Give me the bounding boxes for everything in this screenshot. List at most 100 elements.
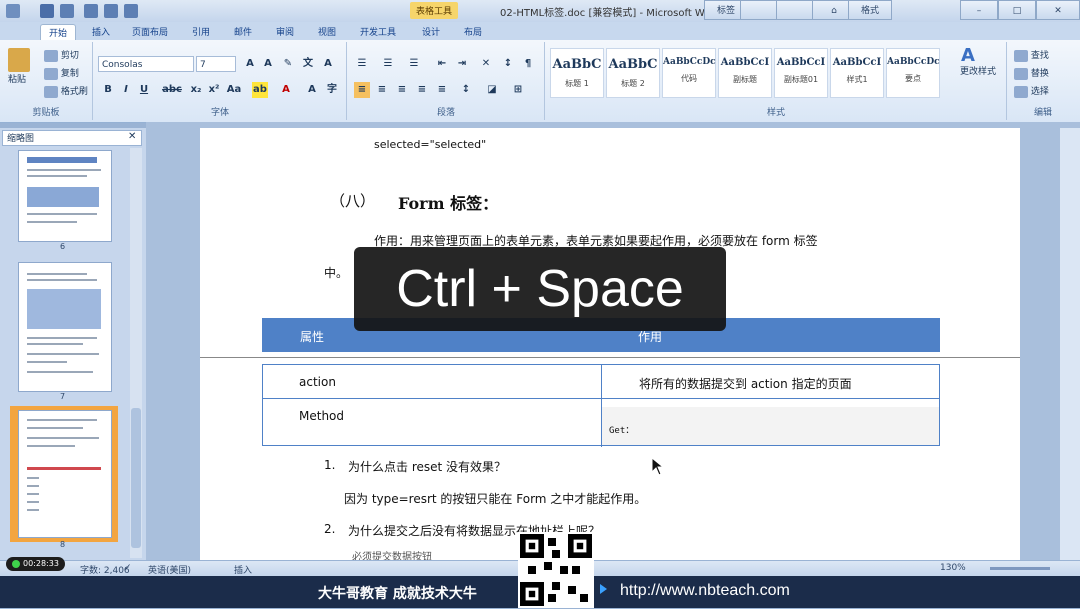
select-label: 选择 bbox=[1030, 87, 1049, 97]
chinese-layout-icon[interactable]: ✕ bbox=[478, 56, 494, 72]
select-button[interactable]: 选择 bbox=[1014, 84, 1049, 98]
justify-icon[interactable]: ≡ bbox=[414, 82, 430, 98]
distribute-icon[interactable]: ≡ bbox=[434, 82, 450, 98]
quick-access-icon[interactable] bbox=[104, 4, 118, 18]
paste-button[interactable]: 粘贴 bbox=[8, 48, 30, 85]
tab-references[interactable]: 引用 bbox=[184, 24, 218, 39]
align-center-icon[interactable]: ≡ bbox=[374, 82, 390, 98]
style-code[interactable]: AaBbCcDc 代码 bbox=[662, 48, 716, 98]
page-thumbnail-6[interactable] bbox=[18, 150, 112, 242]
status-zoom[interactable]: 130% bbox=[940, 563, 966, 573]
find-button[interactable]: 查找 bbox=[1014, 48, 1049, 62]
align-right-icon[interactable]: ≡ bbox=[394, 82, 410, 98]
paragraph-group-label: 段落 bbox=[436, 108, 455, 118]
bold-icon[interactable]: B bbox=[100, 82, 116, 98]
tab-insert[interactable]: 插入 bbox=[84, 24, 118, 39]
font-color-icon[interactable]: A bbox=[278, 82, 294, 98]
tab-developer[interactable]: 开发工具 bbox=[352, 24, 404, 39]
copy-button[interactable]: 复制 bbox=[44, 66, 79, 80]
thumbnail-scrollbar[interactable] bbox=[130, 148, 142, 558]
italic-icon[interactable]: I bbox=[118, 82, 134, 98]
banner-url[interactable]: http://www.nbteach.com bbox=[620, 582, 790, 600]
grow-font-icon[interactable]: A bbox=[242, 56, 258, 72]
style-heading2-name: 标题 2 bbox=[621, 79, 645, 88]
paste-icon bbox=[8, 48, 30, 72]
thumbnail-scroll-thumb[interactable] bbox=[131, 408, 141, 548]
office-button[interactable] bbox=[6, 4, 20, 18]
tab-home[interactable]: 开始 bbox=[40, 24, 77, 40]
change-styles-button[interactable]: A 更改样式 bbox=[960, 47, 996, 78]
shrink-font-icon[interactable]: A bbox=[260, 56, 276, 72]
tab-design[interactable]: 设计 bbox=[414, 24, 448, 39]
highlight-icon[interactable]: ab bbox=[252, 82, 268, 98]
tab-review[interactable]: 审阅 bbox=[268, 24, 302, 39]
clear-format-icon[interactable]: ✎ bbox=[280, 56, 296, 72]
decrease-indent-icon[interactable]: ⇤ bbox=[434, 56, 450, 72]
redo-icon[interactable] bbox=[84, 4, 98, 18]
tab-page-layout[interactable]: 页面布局 bbox=[124, 24, 176, 39]
table-tools-context-tab: 表格工具 bbox=[410, 2, 459, 19]
font-size-select[interactable]: 7 bbox=[196, 56, 236, 72]
style-subtitle01[interactable]: AaBbCcI 副标题01 bbox=[774, 48, 828, 98]
spelling-icon[interactable] bbox=[124, 4, 138, 18]
page-thumbnail-8[interactable] bbox=[18, 410, 112, 538]
thumbnail-pane-header[interactable]: 缩略图 bbox=[2, 130, 142, 146]
status-language[interactable]: 英语(美国) bbox=[148, 563, 191, 576]
multilevel-list-icon[interactable]: ☰ bbox=[406, 56, 422, 72]
vertical-scrollbar[interactable] bbox=[1060, 128, 1080, 560]
tab-view[interactable]: 视图 bbox=[310, 24, 344, 39]
spell-check-icon[interactable]: ✓ bbox=[124, 563, 132, 573]
superscript-icon[interactable]: x² bbox=[206, 82, 222, 98]
brush-icon bbox=[44, 85, 58, 98]
status-word-count[interactable]: 字数: 2,406 bbox=[80, 563, 130, 576]
style-subtitle[interactable]: AaBbCcI 副标题 bbox=[718, 48, 772, 98]
page-thumbnail-7[interactable] bbox=[18, 262, 112, 392]
undo-icon[interactable] bbox=[60, 4, 74, 18]
tab-mailings[interactable]: 邮件 bbox=[226, 24, 260, 39]
font-group-label: 字体 bbox=[210, 108, 229, 118]
window-title: 02-HTML标签.doc [兼容模式] - Microsoft Word bbox=[500, 8, 721, 19]
format-painter-button[interactable]: 格式刷 bbox=[44, 84, 88, 98]
strikethrough-icon[interactable]: abc bbox=[160, 82, 184, 98]
tab-layout[interactable]: 布局 bbox=[456, 24, 490, 39]
align-left-icon[interactable]: ≡ bbox=[354, 82, 370, 98]
char-shading-icon[interactable]: A bbox=[304, 82, 320, 98]
style-keypoint[interactable]: AaBbCcDc 要点 bbox=[886, 48, 940, 98]
maximize-button[interactable]: □ bbox=[998, 0, 1036, 20]
change-case-icon[interactable]: Aa bbox=[226, 82, 242, 98]
increase-indent-icon[interactable]: ⇥ bbox=[454, 56, 470, 72]
font-name-select[interactable]: Consolas bbox=[98, 56, 194, 72]
table-cell-action-desc: 将所有的数据提交到 action 指定的页面 bbox=[639, 377, 852, 391]
cut-button[interactable]: 剪切 bbox=[44, 48, 79, 62]
numbering-icon[interactable]: ☰ bbox=[380, 56, 396, 72]
page-number-7: 7 bbox=[60, 392, 66, 401]
shading-icon[interactable]: ◪ bbox=[484, 82, 500, 98]
status-insert-mode[interactable]: 插入 bbox=[234, 563, 252, 576]
enclose-char-icon[interactable]: 字 bbox=[324, 82, 340, 98]
style-heading1[interactable]: AaBbC 标题 1 bbox=[550, 48, 604, 98]
show-marks-icon[interactable]: ¶ bbox=[520, 56, 536, 72]
line-spacing-icon[interactable]: ↕ bbox=[458, 82, 474, 98]
char-border-icon[interactable]: A bbox=[320, 56, 336, 72]
save-icon[interactable] bbox=[40, 4, 54, 18]
subscript-icon[interactable]: x₂ bbox=[188, 82, 204, 98]
replace-button[interactable]: 替换 bbox=[1014, 66, 1049, 80]
minimize-button[interactable]: – bbox=[960, 0, 998, 20]
borders-icon[interactable]: ⊞ bbox=[510, 82, 526, 98]
sort-icon[interactable]: ↕ bbox=[500, 56, 516, 72]
zoom-slider[interactable] bbox=[990, 567, 1050, 570]
window-button-format[interactable]: 格式 bbox=[848, 0, 892, 20]
ribbon-tabs: 开始 插入 页面布局 引用 邮件 审阅 视图 开发工具 设计 布局 bbox=[0, 22, 1080, 40]
underline-icon[interactable]: U bbox=[136, 82, 152, 98]
attribute-table[interactable]: action 将所有的数据提交到 action 指定的页面 Method Get… bbox=[262, 364, 940, 447]
thumbnail-pane-close-icon[interactable]: ✕ bbox=[128, 131, 136, 142]
close-button[interactable]: ✕ bbox=[1036, 0, 1080, 20]
style-heading2[interactable]: AaBbC 标题 2 bbox=[606, 48, 660, 98]
style-heading1-sample: AaBbC bbox=[552, 57, 602, 72]
style-style1[interactable]: AaBbCcI 样式1 bbox=[830, 48, 884, 98]
style-subtitle-name: 副标题 bbox=[733, 75, 757, 84]
bullets-icon[interactable]: ☰ bbox=[354, 56, 370, 72]
question-2-number: 2. bbox=[324, 522, 336, 536]
style-keypoint-name: 要点 bbox=[905, 74, 921, 83]
phonetic-icon[interactable]: 文 bbox=[300, 56, 316, 72]
